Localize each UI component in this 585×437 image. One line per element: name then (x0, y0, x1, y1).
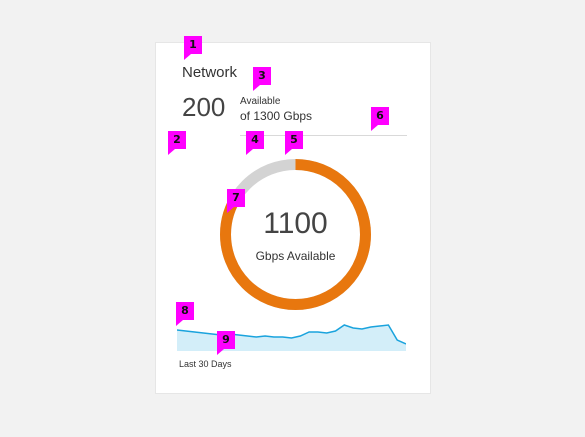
annotation-badge-4: 4 (246, 131, 264, 155)
available-label: Available (240, 96, 281, 107)
annotation-badge-8: 8 (176, 302, 194, 326)
annotation-badge-1: 1 (184, 36, 202, 60)
donut-value: 1100 (263, 207, 328, 240)
capacity-total: of 1300 Gbps (240, 109, 313, 123)
annotation-badge-9: 9 (217, 331, 235, 355)
network-card: Network 200 Available of 1300 Gbps 1100 … (155, 42, 431, 394)
available-value: 200 (182, 92, 226, 122)
annotation-badge-3: 3 (253, 67, 271, 91)
divider (240, 135, 407, 136)
annotation-badge-6: 6 (371, 107, 389, 131)
annotation-badge-5: 5 (285, 131, 303, 155)
card-title: Network (182, 64, 238, 81)
usage-sparkline (177, 324, 406, 351)
annotation-badge-7: 7 (227, 189, 245, 213)
annotation-badge-2: 2 (168, 131, 186, 155)
donut-unit: Gbps Available (255, 249, 336, 263)
period-label: Last 30 Days (179, 359, 232, 369)
